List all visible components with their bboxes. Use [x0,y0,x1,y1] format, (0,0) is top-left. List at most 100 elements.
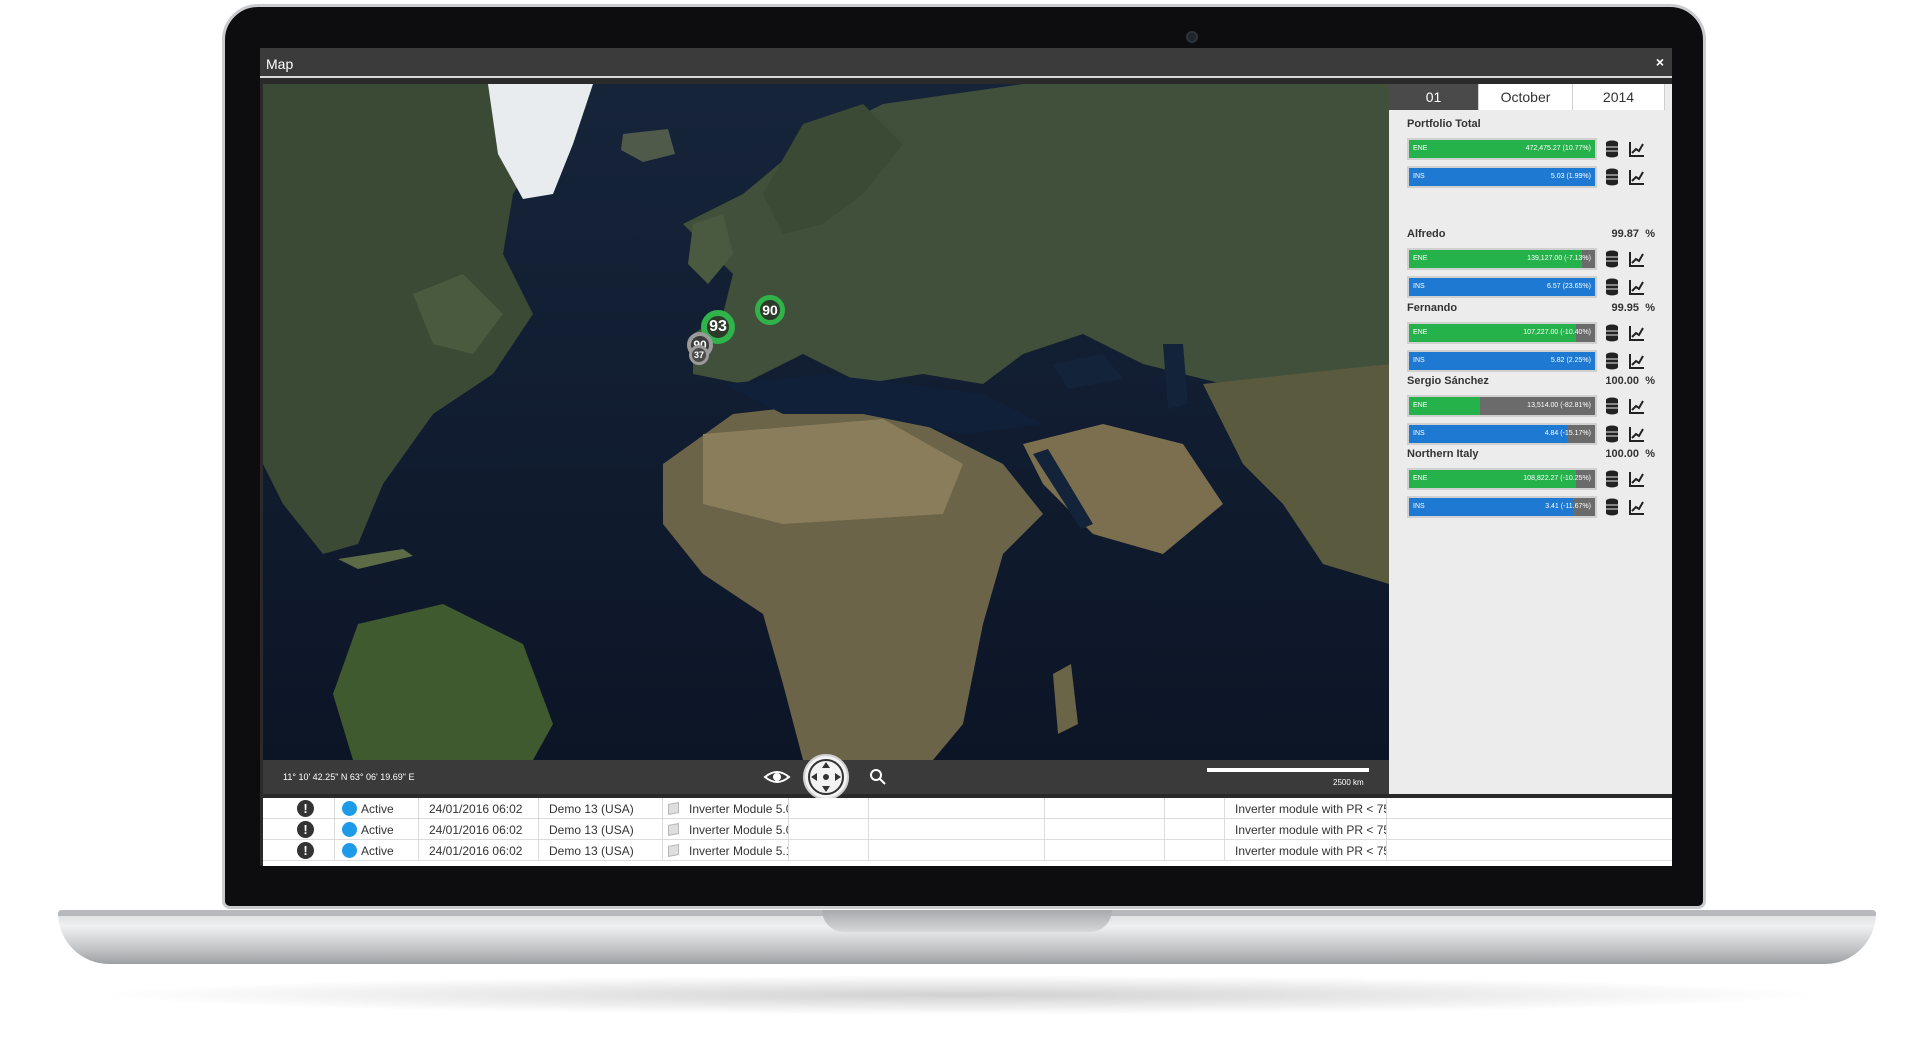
world-map[interactable]: 93 90 90 37 [263,84,1389,760]
cell-empty [1165,798,1225,819]
metric-row: ENE 13,514.00 (-82.81%) [1407,395,1667,417]
database-icon[interactable] [1605,425,1619,443]
cell-site: Demo 13 (USA) [539,819,663,840]
portfolio-group: Fernando 99.95% ENE 107,227.00 (-10.40%) INS… [1407,302,1667,372]
bar-value: 108,822.27 (-10.25%) [1523,475,1591,482]
bar-value: 5.82 (2.25%) [1550,357,1591,364]
bar-label: ENE [1413,329,1428,336]
metric-row: INS 3.41 (-11.67%) [1407,496,1667,518]
line-chart-icon[interactable] [1629,279,1645,295]
cell-status: Active [335,840,419,861]
group-value: 100.00 [1605,375,1639,387]
bar-label: INS [1413,503,1425,510]
group-header: Portfolio Total [1407,118,1667,132]
table-row[interactable]: ! Active 24/01/2016 06:02 Demo 13 (USA) Inve… [263,819,1672,840]
cell-empty [789,798,869,819]
cluster-marker-37[interactable]: 37 [689,345,709,365]
irradiance-bar[interactable]: INS 4.84 (-15.17%) [1407,423,1597,445]
laptop-shadow [90,975,1830,1015]
irradiance-bar[interactable]: INS 6.57 (23.65%) [1407,276,1597,298]
line-chart-icon[interactable] [1629,353,1645,369]
tab-month[interactable]: October [1479,84,1573,110]
cluster-marker-90-italy[interactable]: 90 [755,295,785,325]
irradiance-bar[interactable]: INS 5.03 (1.99%) [1407,166,1597,188]
line-chart-icon[interactable] [1629,499,1645,515]
database-icon[interactable] [1605,278,1619,296]
laptop-notch [822,910,1112,932]
magnifier-icon[interactable] [869,768,887,786]
window-titlebar: Map × [260,48,1672,78]
energy-bar[interactable]: ENE 472,475.27 (10.77%) [1407,138,1597,160]
bar-value: 5.03 (1.99%) [1550,173,1591,180]
database-icon[interactable] [1605,352,1619,370]
cell-datetime: 24/01/2016 06:02 [419,840,539,861]
database-icon[interactable] [1605,498,1619,516]
database-icon[interactable] [1605,470,1619,488]
portfolio-group: Sergio Sánchez 100.00% ENE 13,514.00 (-82.8… [1407,375,1667,445]
portfolio-group: Northern Italy 100.00% ENE 108,822.27 (-10.… [1407,448,1667,518]
energy-bar[interactable]: ENE 13,514.00 (-82.81%) [1407,395,1597,417]
database-icon[interactable] [1605,140,1619,158]
pan-control-icon[interactable] [803,754,849,800]
eye-icon[interactable] [763,766,791,788]
database-icon[interactable] [1605,324,1619,342]
cell-empty [789,819,869,840]
group-name: Northern Italy [1407,448,1479,460]
cell-empty [263,819,335,840]
table-row[interactable]: ! Active 24/01/2016 06:02 Demo 13 (USA) Inve… [263,798,1672,819]
line-chart-icon[interactable] [1629,251,1645,267]
cell-device: Inverter Module 5.13 [663,840,789,861]
tab-day[interactable]: 01 [1389,84,1479,110]
energy-bar[interactable]: ENE 139,127.00 (-7.13%) [1407,248,1597,270]
bar-value: 13,514.00 (-82.81%) [1527,402,1591,409]
portfolio-group: Portfolio Total ENE 472,475.27 (10.77%) INS… [1407,118,1667,188]
database-icon[interactable] [1605,250,1619,268]
bar-label: ENE [1413,255,1428,262]
bar-fill [1409,425,1568,443]
cluster-value: 93 [709,318,727,335]
group-value: 99.87 [1611,228,1639,240]
irradiance-bar[interactable]: INS 5.82 (2.25%) [1407,350,1597,372]
bar-value: 3.41 (-11.67%) [1545,503,1591,510]
database-icon[interactable] [1605,168,1619,186]
line-chart-icon[interactable] [1629,141,1645,157]
table-row[interactable]: ! Active 24/01/2016 06:02 Demo 13 (USA) Inve… [263,840,1672,861]
group-header: Alfredo 99.87% [1407,228,1667,242]
cell-empty [1045,840,1165,861]
cell-empty [1045,819,1165,840]
group-header: Fernando 99.95% [1407,302,1667,316]
cell-message: Inverter module with PR < 75% [1225,840,1387,861]
cell-datetime: 24/01/2016 06:02 [419,798,539,819]
line-chart-icon[interactable] [1629,471,1645,487]
cell-empty [869,819,1045,840]
close-icon[interactable]: × [1656,54,1664,70]
cell-device: Inverter Module 5.08 [663,819,789,840]
camera-icon [1186,31,1198,43]
bar-label: ENE [1413,475,1428,482]
line-chart-icon[interactable] [1629,398,1645,414]
bar-label: INS [1413,283,1425,290]
line-chart-icon[interactable] [1629,426,1645,442]
line-chart-icon[interactable] [1629,169,1645,185]
tab-year[interactable]: 2014 [1573,84,1665,110]
cell-device: Inverter Module 5.04 [663,798,789,819]
bar-label: INS [1413,430,1425,437]
cell-site: Demo 13 (USA) [539,840,663,861]
energy-bar[interactable]: ENE 108,822.27 (-10.25%) [1407,468,1597,490]
alerts-table: ! Active 24/01/2016 06:02 Demo 13 (USA) Inve… [263,798,1672,866]
irradiance-bar[interactable]: INS 3.41 (-11.67%) [1407,496,1597,518]
cell-status: Active [335,798,419,819]
satellite-map [263,84,1389,760]
metric-row: ENE 139,127.00 (-7.13%) [1407,248,1667,270]
group-header: Northern Italy 100.00% [1407,448,1667,462]
group-name: Fernando [1407,302,1458,314]
line-chart-icon[interactable] [1629,325,1645,341]
cell-empty [1045,798,1165,819]
kpi-panel: 01 October 2014 Portfolio Total ENE 472,47… [1389,84,1672,794]
cell-datetime: 24/01/2016 06:02 [419,819,539,840]
bar-value: 107,227.00 (-10.40%) [1523,329,1591,336]
energy-bar[interactable]: ENE 107,227.00 (-10.40%) [1407,322,1597,344]
scale-label: 2500 km [1333,778,1364,787]
cell-empty [263,798,335,819]
database-icon[interactable] [1605,397,1619,415]
